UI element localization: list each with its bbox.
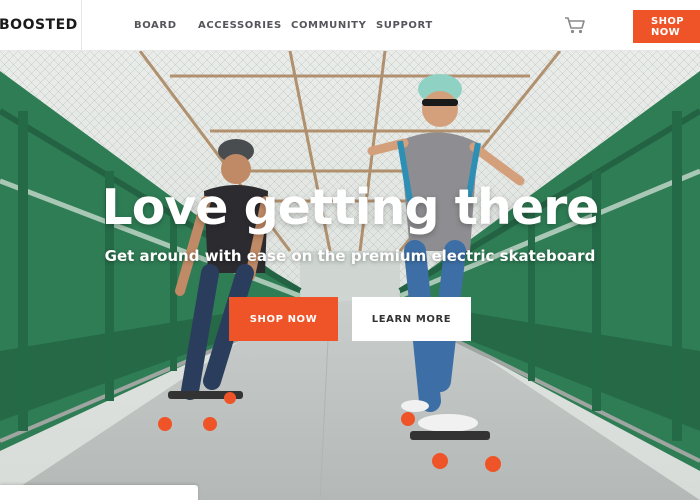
nav-link-board[interactable]: BOARD [134,20,177,31]
chat-widget-tab[interactable] [0,485,198,500]
nav-shop-now-button[interactable]: SHOP NOW [633,10,700,43]
nav-link-community[interactable]: COMMUNITY [291,20,366,31]
hero-shop-now-button[interactable]: SHOP NOW [229,297,338,341]
hero-learn-more-button[interactable]: LEARN MORE [352,297,471,341]
hero-background-image [0,51,700,500]
brand-logo[interactable]: BOOSTED [0,17,78,33]
nav-link-accessories[interactable]: ACCESSORIES [198,20,282,31]
hero-subtitle: Get around with ease on the premium elec… [104,247,596,265]
hero-title: Love getting there [101,179,599,236]
hero-banner: Love getting there Get around with ease … [0,51,700,500]
top-navigation: BOOSTED BOARD ACCESSORIES COMMUNITY SUPP… [0,0,700,51]
nav-link-support[interactable]: SUPPORT [376,20,433,31]
shopping-cart-icon[interactable] [564,15,586,35]
logo-container[interactable]: BOOSTED [0,0,82,51]
